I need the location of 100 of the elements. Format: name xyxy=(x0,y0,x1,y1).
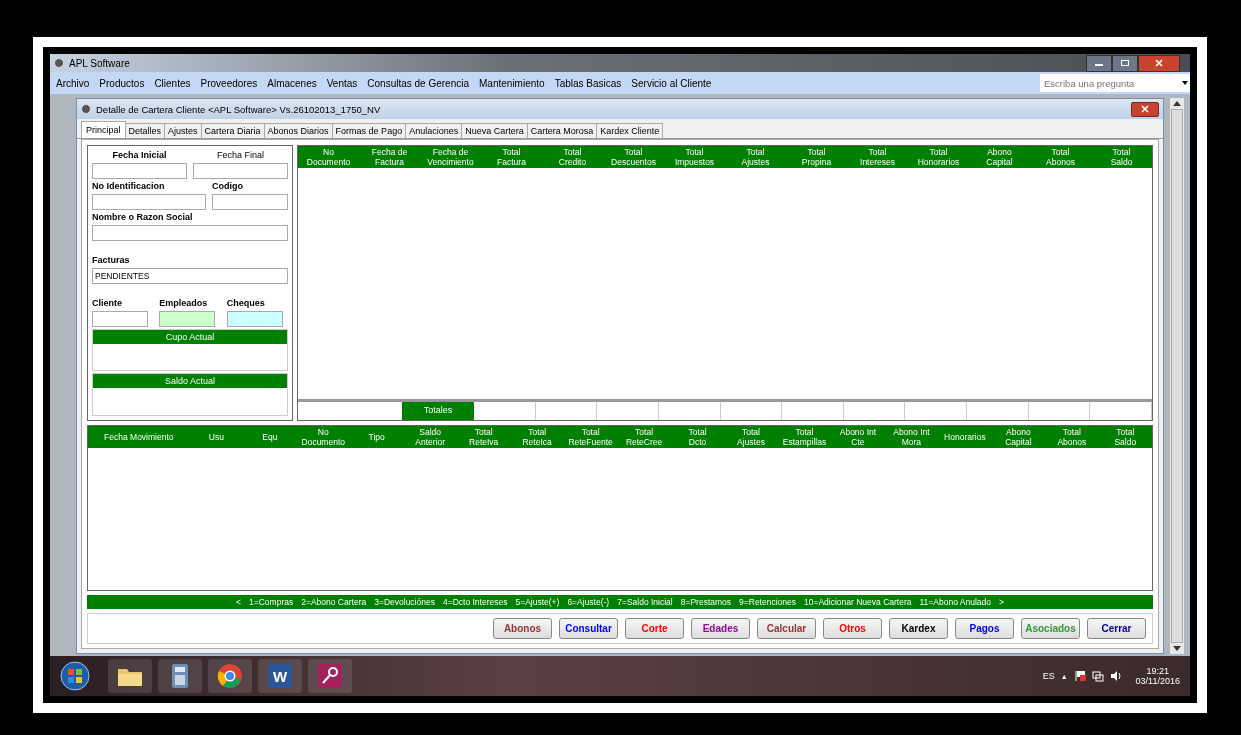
prev-arrow[interactable]: < xyxy=(236,597,242,607)
tab[interactable]: Kardex Cliente xyxy=(596,123,664,138)
window-title: APL Software xyxy=(69,57,130,69)
column-header[interactable]: Total Impuestos xyxy=(664,147,725,167)
scroll-down-icon[interactable] xyxy=(1173,646,1181,651)
tab[interactable]: Formas de Pago xyxy=(331,123,407,138)
column-header[interactable]: Total Factura xyxy=(481,147,542,167)
column-header[interactable]: Equ xyxy=(243,432,297,442)
action-button[interactable]: Calcular xyxy=(757,618,816,639)
column-header[interactable]: Abono Int Cte xyxy=(831,427,885,447)
column-header[interactable]: Fecha de Vencimiento xyxy=(420,147,481,167)
tab[interactable]: Ajustes xyxy=(164,123,202,138)
close-icon xyxy=(1154,59,1164,67)
browser-icon[interactable] xyxy=(217,663,243,689)
legend-item: 1=Compras xyxy=(249,597,294,607)
action-button[interactable]: Kardex xyxy=(889,618,948,639)
menu-item[interactable]: Tablas Basicas xyxy=(554,77,622,89)
action-button[interactable]: Consultar xyxy=(559,618,618,639)
close-button[interactable] xyxy=(1131,101,1159,117)
scroll-up-icon[interactable] xyxy=(1173,101,1181,106)
search-field[interactable]: Escriba una pregunta xyxy=(1040,74,1180,92)
action-button[interactable]: Cerrar xyxy=(1087,618,1146,639)
column-header[interactable]: Abono Capital xyxy=(969,147,1030,167)
clock-time[interactable]: 19:21 xyxy=(1146,666,1170,676)
column-header[interactable]: Abono Int Mora xyxy=(884,427,939,447)
close-button[interactable] xyxy=(1138,54,1180,72)
column-header[interactable]: Total ReteIca xyxy=(510,427,564,447)
legend-item: 8=Prestamos xyxy=(680,597,732,607)
language-indicator[interactable]: ES xyxy=(1042,671,1055,681)
menu-item[interactable]: Servicio al Cliente xyxy=(631,77,712,89)
column-header[interactable]: Total Dcto xyxy=(670,427,725,447)
clock-date[interactable]: 03/11/2016 xyxy=(1135,676,1180,686)
input-field[interactable] xyxy=(92,194,206,210)
action-button[interactable]: Abonos xyxy=(493,618,552,639)
input-field[interactable] xyxy=(226,310,283,327)
column-header[interactable]: Total Saldo xyxy=(1098,427,1153,447)
column-header[interactable]: Total Ajustes xyxy=(725,147,786,167)
column-header[interactable]: Total ReteIva xyxy=(456,427,511,447)
calculator-icon[interactable] xyxy=(172,664,188,688)
dropdown-icon[interactable] xyxy=(1180,74,1190,92)
column-header[interactable]: Total Abonos xyxy=(1030,147,1091,167)
column-header[interactable]: Total Honorarios xyxy=(908,147,969,167)
column-header[interactable]: Honorarios xyxy=(938,432,992,442)
menu-item[interactable]: Mantenimiento xyxy=(479,77,545,89)
legend-item: 7=Saldo Inicial xyxy=(617,597,673,607)
column-header[interactable]: Total Propina xyxy=(786,147,847,167)
column-header[interactable]: No Documento xyxy=(298,147,359,167)
close-icon xyxy=(1140,105,1150,113)
next-arrow[interactable]: > xyxy=(998,597,1004,607)
column-header[interactable]: Total Estampillas xyxy=(777,427,832,447)
field-label: Fecha Inicial xyxy=(111,150,168,162)
menu-item[interactable]: Archivo xyxy=(56,77,90,89)
word-app-icon[interactable]: W xyxy=(268,664,292,688)
column-header[interactable]: Usu xyxy=(189,432,244,442)
column-header[interactable]: Total ReteCree xyxy=(617,427,671,447)
menu-item[interactable]: Ventas xyxy=(326,77,358,89)
action-button[interactable]: Corte xyxy=(625,618,684,639)
input-field[interactable] xyxy=(159,310,216,327)
input-field[interactable] xyxy=(92,310,148,327)
legend-item: 5=Ajuste(+) xyxy=(515,597,560,607)
input-field[interactable] xyxy=(193,163,288,179)
menu-item[interactable]: Productos xyxy=(99,77,145,89)
input-field[interactable] xyxy=(92,163,187,179)
action-button[interactable]: Otros xyxy=(823,618,882,639)
column-header[interactable]: Saldo Anterior xyxy=(403,427,457,447)
minimize-button[interactable] xyxy=(1086,54,1112,72)
column-header[interactable]: Total Credito xyxy=(542,147,603,167)
menu-item[interactable]: Proveedores xyxy=(200,77,258,89)
volume-icon[interactable] xyxy=(1109,670,1122,682)
column-header[interactable]: Total Descuentos xyxy=(603,147,664,167)
start-button[interactable] xyxy=(60,661,90,691)
column-header[interactable]: Total ReteFuente xyxy=(563,427,618,447)
menu-item[interactable]: Clientes xyxy=(154,77,191,89)
network-icon[interactable] xyxy=(1091,670,1104,682)
maximize-button[interactable] xyxy=(1112,54,1138,72)
flag-icon[interactable] xyxy=(1073,670,1086,682)
menu-item[interactable]: Consultas de Gerencia xyxy=(367,77,470,89)
column-header[interactable]: Total Abonos xyxy=(1045,427,1099,447)
column-header[interactable]: Fecha de Factura xyxy=(359,147,420,167)
app-icon xyxy=(54,58,64,68)
input-field[interactable] xyxy=(92,225,288,241)
action-button[interactable]: Pagos xyxy=(955,618,1014,639)
legend-item: 11=Abono Anulado xyxy=(919,597,991,607)
field-label: Nombre o Razon Social xyxy=(92,212,194,224)
tab[interactable]: Principal xyxy=(81,121,126,138)
column-header[interactable]: Tipo xyxy=(350,432,404,442)
action-button[interactable]: Edades xyxy=(691,618,750,639)
input-field[interactable] xyxy=(212,194,288,210)
action-button[interactable]: Asociados xyxy=(1021,618,1080,639)
section-header: Cupo Actual xyxy=(93,329,287,344)
column-header[interactable]: Abono Capital xyxy=(991,427,1046,447)
menu-item[interactable]: Almacenes xyxy=(267,77,317,89)
column-header[interactable]: Total Saldo xyxy=(1091,147,1152,167)
input-field[interactable]: PENDIENTES xyxy=(92,267,288,284)
column-header[interactable]: Fecha Movimiento xyxy=(88,432,190,442)
scrollbar[interactable] xyxy=(1170,98,1184,654)
column-header[interactable]: No Documento xyxy=(296,427,350,447)
field-label: Fecha Final xyxy=(216,150,265,162)
column-header[interactable]: Total Ajustes xyxy=(724,427,778,447)
column-header[interactable]: Total Intereses xyxy=(847,147,908,167)
